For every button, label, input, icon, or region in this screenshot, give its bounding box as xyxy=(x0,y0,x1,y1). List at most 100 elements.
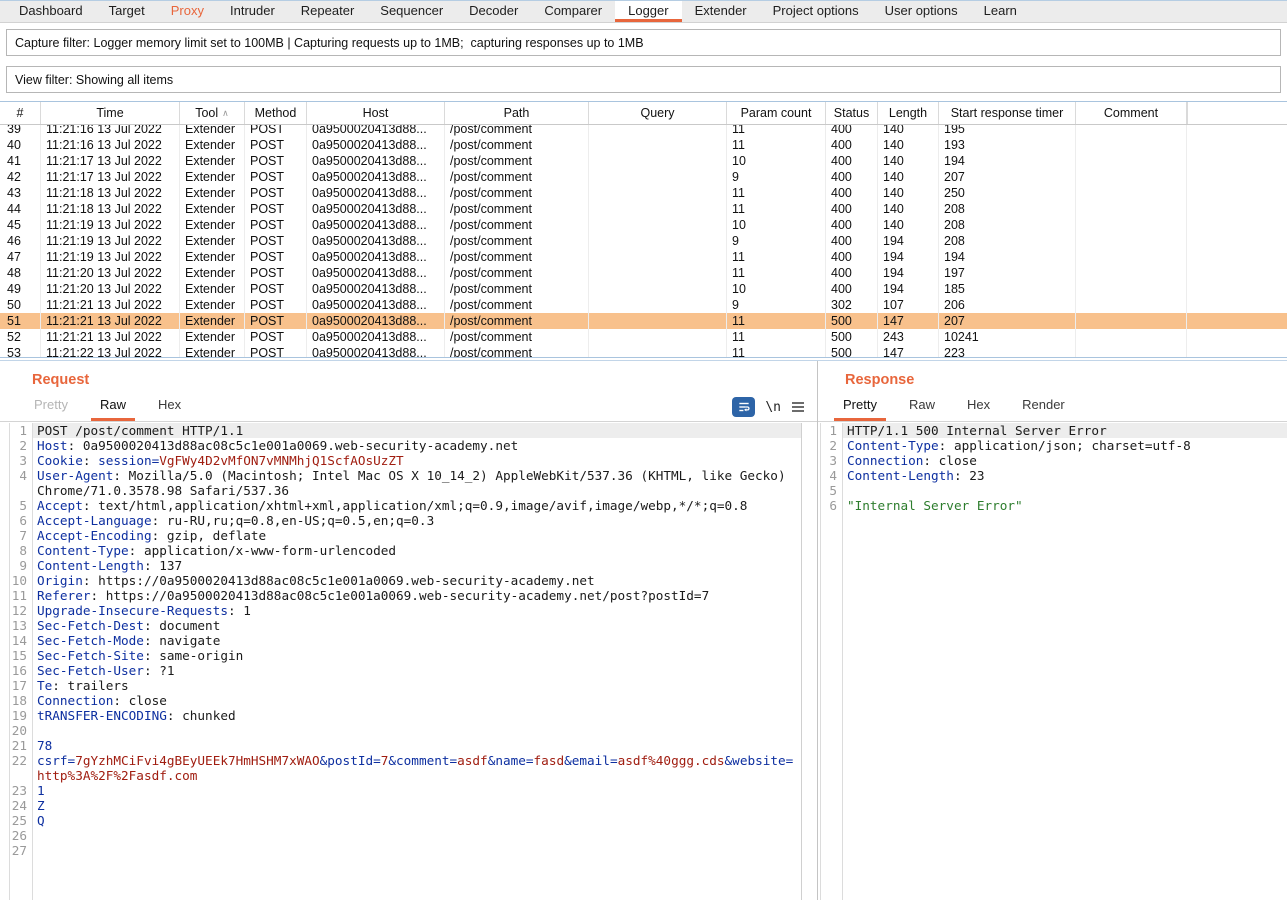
code-line: 6"Internal Server Error" xyxy=(821,498,1287,513)
line-number: 12 xyxy=(10,603,32,618)
cell-status: 400 xyxy=(826,185,878,201)
line-number: 21 xyxy=(10,738,32,753)
main-tab-proxy[interactable]: Proxy xyxy=(158,1,217,22)
main-tab-extender[interactable]: Extender xyxy=(682,1,760,22)
column-header-filler xyxy=(1187,102,1287,124)
response-tab-bar: Pretty Raw Hex Render xyxy=(818,394,1287,422)
table-row-41[interactable]: 4111:21:17 13 Jul 2022ExtenderPOST0a9500… xyxy=(0,153,1287,169)
table-row-46[interactable]: 4611:21:19 13 Jul 2022ExtenderPOST0a9500… xyxy=(0,233,1287,249)
line-number: 1 xyxy=(10,423,32,438)
cell-filler xyxy=(1187,345,1287,357)
main-tab-comparer[interactable]: Comparer xyxy=(531,1,615,22)
log-table-viewport[interactable]: 3911:21:16 13 Jul 2022ExtenderPOST0a9500… xyxy=(0,125,1287,357)
cell-comment xyxy=(1076,217,1187,233)
cell-start-response-timer: 195 xyxy=(939,125,1076,137)
response-tab-raw[interactable]: Raw xyxy=(900,392,944,421)
line-number: 19 xyxy=(10,708,32,723)
main-tab-target[interactable]: Target xyxy=(96,1,158,22)
newline-characters-icon[interactable]: \n xyxy=(765,397,781,417)
request-tab-pretty[interactable]: Pretty xyxy=(25,392,77,421)
column-header-label: Status xyxy=(834,106,869,120)
line-number: 18 xyxy=(10,693,32,708)
table-row-44[interactable]: 4411:21:18 13 Jul 2022ExtenderPOST0a9500… xyxy=(0,201,1287,217)
column-header-label: Comment xyxy=(1104,106,1158,120)
table-row-47[interactable]: 4711:21:19 13 Jul 2022ExtenderPOST0a9500… xyxy=(0,249,1287,265)
capture-filter-bar[interactable]: Capture filter: Logger memory limit set … xyxy=(6,29,1281,56)
code-text: "Internal Server Error" xyxy=(842,498,1287,513)
request-tab-hex[interactable]: Hex xyxy=(149,392,190,421)
main-tab-logger[interactable]: Logger xyxy=(615,1,681,22)
main-tab-repeater[interactable]: Repeater xyxy=(288,1,367,22)
table-row-52[interactable]: 5211:21:21 13 Jul 2022ExtenderPOST0a9500… xyxy=(0,329,1287,345)
cell-length: 194 xyxy=(878,233,939,249)
cell-time: 11:21:19 13 Jul 2022 xyxy=(41,233,180,249)
line-number: 1 xyxy=(821,423,842,438)
line-number: 24 xyxy=(10,798,32,813)
table-row-49[interactable]: 4911:21:20 13 Jul 2022ExtenderPOST0a9500… xyxy=(0,281,1287,297)
table-row-40[interactable]: 4011:21:16 13 Jul 2022ExtenderPOST0a9500… xyxy=(0,137,1287,153)
cell-host: 0a9500020413d88... xyxy=(307,233,445,249)
line-number: 14 xyxy=(10,633,32,648)
editor-menu-icon[interactable] xyxy=(791,397,805,417)
main-tab-project-options[interactable]: Project options xyxy=(760,1,872,22)
request-tab-raw[interactable]: Raw xyxy=(91,392,135,421)
column-header-method[interactable]: Method xyxy=(245,102,307,124)
main-tab-intruder[interactable]: Intruder xyxy=(217,1,288,22)
table-row-50[interactable]: 5011:21:21 13 Jul 2022ExtenderPOST0a9500… xyxy=(0,297,1287,313)
column-header-label: Method xyxy=(255,106,297,120)
main-tab-dashboard[interactable]: Dashboard xyxy=(6,1,96,22)
line-number: 4 xyxy=(821,468,842,483)
word-wrap-toggle-icon[interactable] xyxy=(732,397,755,417)
column-header-time[interactable]: Time xyxy=(41,102,180,124)
main-tab-user-options[interactable]: User options xyxy=(872,1,971,22)
code-text xyxy=(32,723,801,738)
column-header-start-response-timer[interactable]: Start response timer xyxy=(939,102,1076,124)
table-row-42[interactable]: 4211:21:17 13 Jul 2022ExtenderPOST0a9500… xyxy=(0,169,1287,185)
response-tab-pretty[interactable]: Pretty xyxy=(834,392,886,421)
table-row-45[interactable]: 4511:21:19 13 Jul 2022ExtenderPOST0a9500… xyxy=(0,217,1287,233)
cell-param-count: 9 xyxy=(727,233,826,249)
code-text: Cookie: session=VgFWy4D2vMfON7vMNMhjQ1Sc… xyxy=(32,453,801,468)
cell-status: 400 xyxy=(826,125,878,137)
main-tab-decoder[interactable]: Decoder xyxy=(456,1,531,22)
request-editor[interactable]: 1POST /post/comment HTTP/1.12Host: 0a950… xyxy=(9,423,802,900)
cell-filler xyxy=(1187,297,1287,313)
cell-query xyxy=(589,297,727,313)
cell-param-count: 11 xyxy=(727,125,826,137)
code-line: 6Accept-Language: ru-RU,ru;q=0.8,en-US;q… xyxy=(10,513,801,528)
response-editor[interactable]: 1HTTP/1.1 500 Internal Server Error2Cont… xyxy=(820,423,1287,900)
column-header-query[interactable]: Query xyxy=(589,102,727,124)
column-header-path[interactable]: Path xyxy=(445,102,589,124)
cell-query xyxy=(589,281,727,297)
column-header-status[interactable]: Status xyxy=(826,102,878,124)
table-row-43[interactable]: 4311:21:18 13 Jul 2022ExtenderPOST0a9500… xyxy=(0,185,1287,201)
main-tab-learn[interactable]: Learn xyxy=(971,1,1030,22)
column-header-param-count[interactable]: Param count xyxy=(727,102,826,124)
table-row-39[interactable]: 3911:21:16 13 Jul 2022ExtenderPOST0a9500… xyxy=(0,125,1287,137)
cell-status: 400 xyxy=(826,233,878,249)
response-tab-render[interactable]: Render xyxy=(1013,392,1074,421)
cell-path: /post/comment xyxy=(445,137,589,153)
cell-start-response-timer: 207 xyxy=(939,313,1076,329)
column-header-length[interactable]: Length xyxy=(878,102,939,124)
response-tab-hex[interactable]: Hex xyxy=(958,392,999,421)
code-line: 13Sec-Fetch-Dest: document xyxy=(10,618,801,633)
view-filter-bar[interactable]: View filter: Showing all items xyxy=(6,66,1281,93)
table-row-53[interactable]: 5311:21:22 13 Jul 2022ExtenderPOST0a9500… xyxy=(0,345,1287,357)
table-row-51[interactable]: 5111:21:21 13 Jul 2022ExtenderPOST0a9500… xyxy=(0,313,1287,329)
line-number: 5 xyxy=(821,483,842,498)
cell-time: 11:21:22 13 Jul 2022 xyxy=(41,345,180,357)
code-line: 27 xyxy=(10,843,801,858)
column-header-row-number[interactable]: # xyxy=(0,102,41,124)
main-tab-sequencer[interactable]: Sequencer xyxy=(367,1,456,22)
table-row-48[interactable]: 4811:21:20 13 Jul 2022ExtenderPOST0a9500… xyxy=(0,265,1287,281)
cell-num: 51 xyxy=(0,313,41,329)
code-text: User-Agent: Mozilla/5.0 (Macintosh; Inte… xyxy=(32,468,801,498)
column-header-host[interactable]: Host xyxy=(307,102,445,124)
cell-tool: Extender xyxy=(180,217,245,233)
cell-time: 11:21:19 13 Jul 2022 xyxy=(41,249,180,265)
cell-path: /post/comment xyxy=(445,201,589,217)
code-text: Content-Type: application/x-www-form-url… xyxy=(32,543,801,558)
column-header-tool[interactable]: Tool∧ xyxy=(180,102,245,124)
column-header-comment[interactable]: Comment xyxy=(1076,102,1187,124)
